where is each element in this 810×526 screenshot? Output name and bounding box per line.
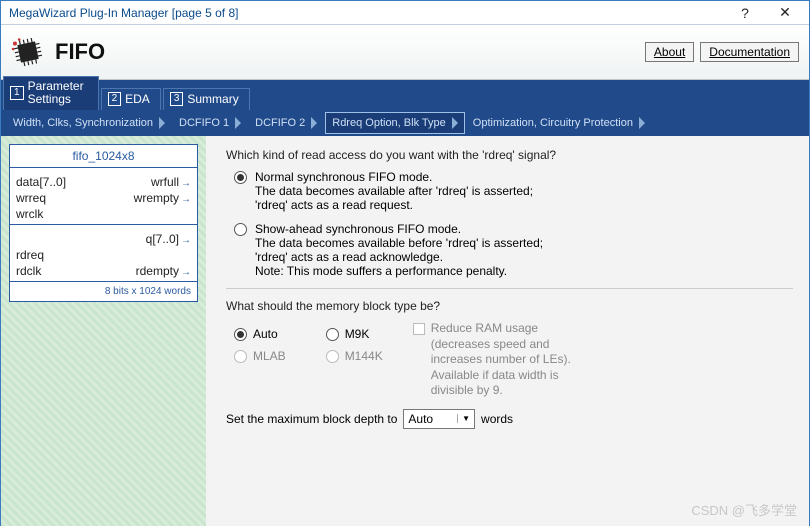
subtab-rdreq-blk[interactable]: Rdreq Option, Blk Type [325, 112, 465, 134]
question-memblock: What should the memory block type be? [226, 299, 793, 313]
port-label: rdclk [16, 264, 41, 278]
options-panel: Which kind of read access do you want wi… [206, 136, 809, 526]
radio-m9k[interactable]: M9K [326, 327, 383, 341]
subtab-dcfifo2[interactable]: DCFIFO 2 [249, 113, 323, 133]
documentation-button[interactable]: Documentation [700, 42, 799, 62]
block-footer: 8 bits x 1024 words [10, 281, 197, 301]
port-label: wrclk [16, 207, 43, 221]
chevron-down-icon: ▼ [457, 414, 470, 423]
option-label: M144K [345, 349, 383, 363]
port-label: data[7..0] [16, 175, 66, 189]
close-button[interactable]: ✕ [765, 1, 805, 25]
subtab-optimization[interactable]: Optimization, Circuitry Protection [467, 113, 651, 133]
depth-unit: words [481, 412, 513, 426]
titlebar: MegaWizard Plug-In Manager [page 5 of 8]… [1, 1, 809, 25]
max-block-depth-select[interactable]: Auto ▼ [403, 409, 475, 429]
depth-label: Set the maximum block depth to [226, 412, 397, 426]
header: FIFO About Documentation [1, 25, 809, 80]
text-line: The data becomes available after 'rdreq'… [255, 184, 533, 198]
checkbox-label: Reduce RAM usage (decreases speed and in… [431, 321, 601, 399]
fifo-block-diagram: fifo_1024x8 data[7..0] wrfull wrreq wrempt… [9, 144, 198, 302]
tab-label: EDA [125, 92, 150, 106]
main-tabs: 1 Parameter Settings 2 EDA 3 Summary [1, 80, 809, 110]
radio-icon [234, 223, 247, 236]
radio-mlab[interactable]: MLAB [234, 349, 286, 363]
subtab-width-clks[interactable]: Width, Clks, Synchronization [7, 113, 171, 133]
question-rdreq: Which kind of read access do you want wi… [226, 148, 793, 162]
about-button[interactable]: About [645, 42, 694, 62]
radio-icon [234, 171, 247, 184]
select-value: Auto [408, 412, 433, 426]
port-label: wrempty [134, 191, 191, 205]
checkbox-icon [413, 323, 425, 335]
chip-icon [11, 35, 45, 69]
radio-icon [326, 328, 339, 341]
radio-m144k[interactable]: M144K [326, 349, 383, 363]
port-label: rdempty [136, 264, 191, 278]
radio-normal-fifo[interactable]: Normal synchronous FIFO mode. The data b… [234, 170, 793, 212]
body: fifo_1024x8 data[7..0] wrfull wrreq wrempt… [1, 136, 809, 526]
preview-panel: fifo_1024x8 data[7..0] wrfull wrreq wrempt… [1, 136, 206, 526]
tab-number: 3 [170, 92, 184, 106]
option-label: Auto [253, 327, 278, 341]
text-line: 'rdreq' acts as a read acknowledge. [255, 250, 543, 264]
sub-tabs: Width, Clks, Synchronization DCFIFO 1 DC… [1, 110, 809, 136]
port-label: wrfull [151, 175, 191, 189]
window-title: MegaWizard Plug-In Manager [page 5 of 8] [9, 6, 725, 20]
port-label: wrreq [16, 191, 46, 205]
text-line: The data becomes available before 'rdreq… [255, 236, 543, 250]
port-label: q[7..0] [146, 232, 191, 246]
option-label: M9K [345, 327, 370, 341]
tab-summary[interactable]: 3 Summary [163, 88, 250, 110]
option-text: Normal synchronous FIFO mode. The data b… [255, 170, 533, 212]
tab-label: Summary [187, 92, 238, 106]
page-title: FIFO [55, 39, 645, 65]
tab-parameter-settings[interactable]: 1 Parameter Settings [3, 76, 99, 110]
tab-eda[interactable]: 2 EDA [101, 88, 161, 110]
divider [226, 288, 793, 289]
checkbox-reduce-ram: Reduce RAM usage (decreases speed and in… [413, 321, 601, 399]
radio-icon [326, 350, 339, 363]
text-line: Note: This mode suffers a performance pe… [255, 264, 543, 278]
radio-icon [234, 350, 247, 363]
tab-number: 1 [10, 86, 24, 100]
radio-showahead-fifo[interactable]: Show-ahead synchronous FIFO mode. The da… [234, 222, 793, 278]
option-label: MLAB [253, 349, 286, 363]
port-label: rdreq [16, 248, 44, 262]
text-line: Show-ahead synchronous FIFO mode. [255, 222, 543, 236]
tab-label: Parameter Settings [28, 80, 88, 106]
radio-icon [234, 328, 247, 341]
radio-auto[interactable]: Auto [234, 327, 286, 341]
text-line: 'rdreq' acts as a read request. [255, 198, 533, 212]
tab-number: 2 [108, 92, 122, 106]
text-line: Normal synchronous FIFO mode. [255, 170, 533, 184]
block-name: fifo_1024x8 [10, 145, 197, 168]
subtab-dcfifo1[interactable]: DCFIFO 1 [173, 113, 247, 133]
help-button[interactable]: ? [725, 1, 765, 25]
option-text: Show-ahead synchronous FIFO mode. The da… [255, 222, 543, 278]
watermark: CSDN @飞多学堂 [691, 500, 797, 519]
